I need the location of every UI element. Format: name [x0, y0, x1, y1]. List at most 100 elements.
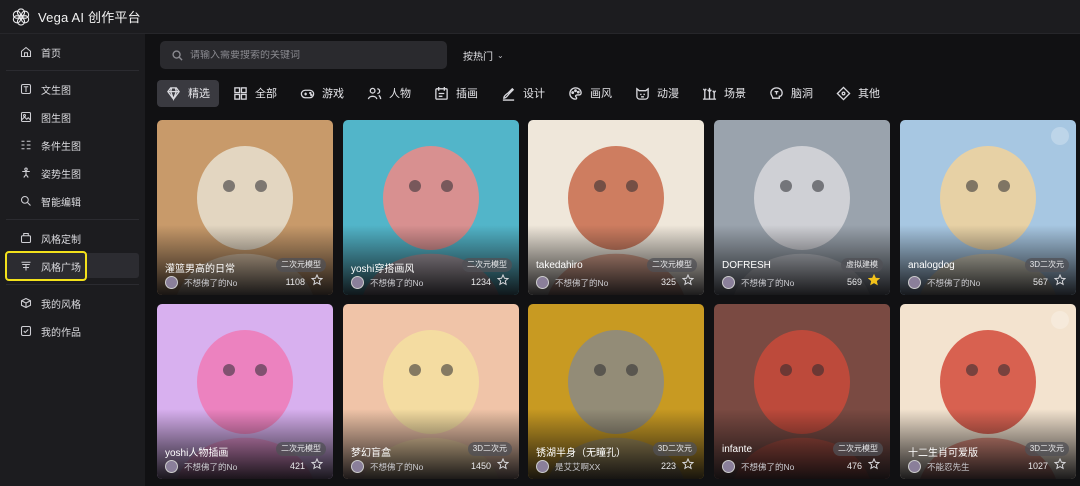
style-card[interactable]: DOFRESH 虚拟建模不想佛了的No 569 — [714, 120, 890, 295]
style-card[interactable]: 梦幻盲盒 3D二次元 不想佛了的No 1450 — [343, 304, 519, 479]
favorite-count: 421 — [289, 461, 305, 471]
sidebar-item-plaza[interactable]: 风格广场 — [5, 251, 87, 281]
edit-icon — [20, 195, 31, 206]
tab-label: 动漫 — [657, 88, 679, 100]
star-icon[interactable] — [1054, 458, 1066, 470]
sidebar-item-label: 首页 — [41, 48, 61, 60]
tab-gem[interactable]: 精选 — [157, 79, 219, 107]
author-name: 不想佛了的No — [370, 462, 424, 472]
cube-icon — [20, 297, 32, 309]
gem-icon — [167, 86, 180, 101]
style-type-badge: 虚拟建模 — [841, 258, 883, 272]
sidebar-item-label: 姿势生图 — [41, 169, 81, 181]
more-options-icon[interactable] — [1051, 311, 1069, 329]
gamepad-icon — [300, 89, 315, 98]
style-name: analogdog — [908, 260, 955, 271]
author-name: 不想佛了的No — [741, 462, 795, 472]
anime-icon — [636, 86, 649, 100]
favorite-count: 567 — [1032, 277, 1048, 287]
sidebar-divider — [6, 219, 139, 220]
style-card[interactable]: 十二生肖可爱版 3D二次元 不能忍先生 1027 — [900, 304, 1076, 479]
text-image-icon — [20, 83, 32, 95]
search-icon — [172, 49, 183, 61]
tab-other[interactable]: 其他 — [827, 80, 889, 107]
author-name: 不想佛了的No — [741, 278, 795, 288]
sidebar-item-home[interactable]: 首页 — [6, 38, 139, 66]
tab-gamepad[interactable]: 游戏 — [291, 80, 353, 107]
app-title: Vega AI 创作平台 — [38, 10, 141, 25]
star-icon[interactable] — [311, 274, 323, 286]
works-icon — [20, 325, 32, 337]
style-type-badge: 3D二次元 — [1024, 258, 1069, 272]
style-name: 灌篮男高的日常 — [165, 264, 235, 275]
search-bar[interactable] — [160, 41, 447, 69]
tab-label: 画风 — [590, 88, 612, 100]
tab-anime[interactable]: 动漫 — [626, 80, 688, 107]
favorite-count: 1108 — [285, 277, 305, 287]
sidebar-item-works[interactable]: 我的作品 — [6, 317, 139, 345]
style-card[interactable]: yoshi穿搭画风 二次元模型 不想佛了的No 1234 — [343, 120, 519, 295]
tab-grid[interactable]: 全部 — [224, 80, 286, 107]
style-card[interactable]: yoshi人物插画 二次元模型 不想佛了的No 421 — [157, 304, 333, 479]
avatar — [536, 460, 549, 473]
star-icon[interactable] — [682, 274, 694, 286]
style-card[interactable]: analogdog 3D二次元 不想佛了的No 567 — [900, 120, 1076, 295]
sidebar-item-label: 我的风格 — [41, 299, 81, 311]
sidebar-item-label: 图生图 — [41, 113, 71, 125]
author-name: 是艾艾啊XX — [555, 462, 601, 472]
sidebar-item-style[interactable]: 风格定制 — [6, 224, 139, 252]
illustration-icon — [435, 86, 448, 100]
style-card[interactable]: infante 二次元模型 不想佛了的No 476 — [714, 304, 890, 479]
sidebar-item-pose[interactable]: 姿势生图 — [6, 159, 139, 187]
tab-label: 场景 — [724, 88, 746, 100]
author-name: 不能忍先生 — [927, 462, 970, 472]
style-card[interactable]: 灌篮男高的日常 二次元模型 不想佛了的No 1108 — [157, 120, 333, 295]
avatar — [351, 276, 364, 289]
star-icon[interactable] — [1054, 274, 1066, 286]
favorite-count: 1234 — [470, 277, 491, 287]
people-icon — [367, 87, 382, 99]
favorite-count: 1450 — [470, 461, 491, 471]
scene-icon — [702, 87, 717, 100]
tab-scene[interactable]: 场景 — [693, 80, 755, 107]
tab-brain[interactable]: 脑洞 — [760, 80, 822, 107]
search-input[interactable] — [190, 49, 430, 61]
tab-people[interactable]: 人物 — [358, 80, 420, 107]
avatar — [722, 460, 735, 473]
sidebar-item-text-image[interactable]: 文生图 — [6, 75, 139, 103]
other-icon — [836, 85, 851, 101]
star-icon[interactable] — [497, 274, 509, 286]
star-icon[interactable] — [497, 458, 509, 470]
sidebar-item-cube[interactable]: 我的风格 — [6, 289, 139, 317]
tab-design[interactable]: 设计 — [492, 80, 554, 107]
style-type-badge: 3D二次元 — [652, 442, 697, 456]
tab-palette[interactable]: 画风 — [559, 80, 621, 107]
star-icon[interactable] — [311, 458, 323, 470]
plaza-icon — [21, 261, 31, 271]
sidebar-item-image[interactable]: 图生图 — [6, 103, 139, 131]
style-name: DOFRESH — [722, 260, 771, 271]
style-name: 十二生肖可爱版 — [908, 448, 978, 459]
style-name: yoshi人物插画 — [165, 448, 229, 459]
style-icon — [20, 232, 32, 244]
favorite-count: 223 — [660, 461, 676, 471]
tab-illustration[interactable]: 插画 — [425, 80, 487, 107]
style-card[interactable]: takedahiro 二次元模型 不想佛了的No 325 — [528, 120, 704, 295]
chevron-down-icon: ⌄ — [497, 51, 504, 60]
brain-icon — [770, 86, 783, 99]
tab-label: 其他 — [858, 88, 880, 100]
star-icon[interactable] — [868, 458, 880, 470]
tab-label: 设计 — [523, 88, 545, 100]
sidebar-divider — [6, 70, 139, 71]
style-card[interactable]: 锈湖半身（无瞳孔） 3D二次元 是艾艾啊XX 223 — [528, 304, 704, 479]
pose-icon — [22, 167, 30, 178]
more-options-icon[interactable] — [1051, 127, 1069, 145]
sort-dropdown[interactable]: 按热门 ⌄ — [463, 48, 504, 63]
style-name: takedahiro — [536, 260, 583, 271]
favorite-count: 569 — [846, 277, 862, 287]
star-icon[interactable] — [682, 458, 694, 470]
star-icon[interactable] — [868, 274, 880, 286]
home-icon — [20, 46, 32, 58]
sidebar-item-edit[interactable]: 智能编辑 — [6, 187, 139, 215]
sidebar-item-conditions[interactable]: 条件生图 — [6, 131, 139, 159]
